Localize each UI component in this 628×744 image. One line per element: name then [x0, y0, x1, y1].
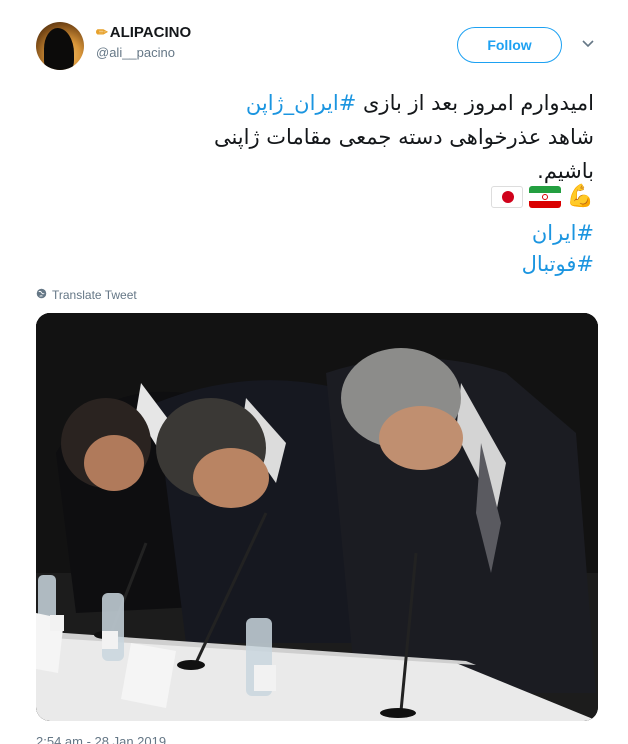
- tweet-text-prefix: امیدوارم امروز بعد از بازی: [356, 91, 594, 115]
- follow-button[interactable]: Follow: [457, 27, 562, 63]
- avatar-silhouette: [44, 28, 74, 70]
- tweet-timestamp[interactable]: 2:54 am - 28 Jan 2019: [36, 734, 166, 744]
- display-name[interactable]: ✏ ALIPACINO: [96, 24, 191, 41]
- muscle-icon: 💪: [566, 184, 594, 209]
- iran-flag-icon: [528, 186, 561, 208]
- tweet-photo[interactable]: [36, 313, 598, 721]
- display-name-text[interactable]: ALIPACINO: [110, 24, 191, 41]
- author-block: ✏ ALIPACINO @ali__pacino: [96, 24, 191, 60]
- tweet-text-line-1: امیدوارم امروز بعد از بازی #ایران_ژاپن: [34, 86, 594, 120]
- japan-flag-icon: [490, 186, 523, 208]
- translate-label[interactable]: Translate Tweet: [52, 288, 137, 302]
- user-handle[interactable]: @ali__pacino: [96, 45, 191, 60]
- tweet-text: امیدوارم امروز بعد از بازی #ایران_ژاپن ش…: [34, 86, 594, 188]
- hashtag-iran-japan[interactable]: #ایران_ژاپن: [246, 91, 356, 115]
- chevron-down-icon[interactable]: [580, 36, 596, 52]
- hashtag-football[interactable]: #فوتبال: [522, 249, 594, 279]
- tweet-card: ✏ ALIPACINO @ali__pacino Follow امیدوارم…: [0, 0, 628, 744]
- emoji-row: 💪: [490, 183, 594, 211]
- globe-icon: [36, 288, 47, 302]
- avatar[interactable]: [36, 22, 84, 70]
- hashtag-iran[interactable]: #ایران: [532, 218, 594, 248]
- tweet-text-line-2: شاهد عذرخواهی دسته جمعی مقامات ژاپنی: [213, 125, 594, 149]
- pencil-icon: ✏: [96, 24, 108, 40]
- translate-tweet-link[interactable]: Translate Tweet: [36, 288, 137, 302]
